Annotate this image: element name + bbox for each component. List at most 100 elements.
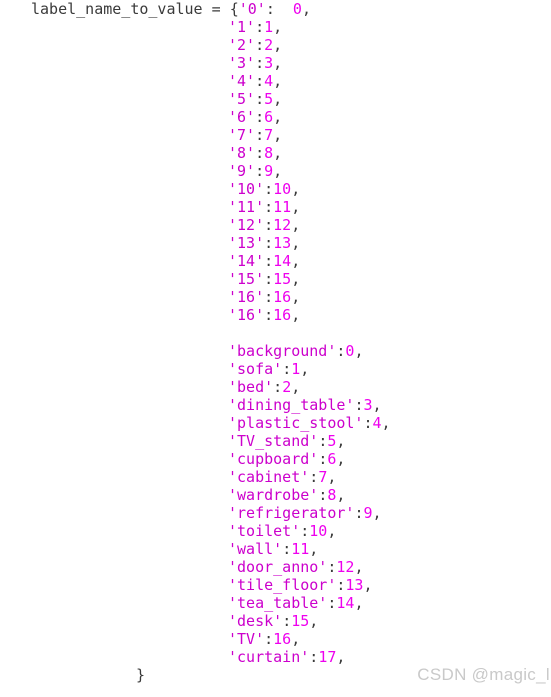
dict-value: 2	[282, 378, 292, 396]
colon-punct: :	[264, 306, 274, 324]
colon-punct: :	[264, 288, 274, 306]
dict-entry-line: 'bed':2,	[0, 378, 551, 396]
dict-entry-line: '10':10,	[0, 180, 551, 198]
comma-punct: ,	[273, 144, 283, 162]
colon-punct: :	[255, 162, 265, 180]
dict-value: 9	[264, 162, 274, 180]
colon-punct: :	[255, 90, 265, 108]
dict-key: 'cabinet'	[228, 468, 310, 486]
dict-key: 'cupboard'	[228, 450, 319, 468]
dict-entry-line: '5':5,	[0, 90, 551, 108]
comma-punct: ,	[300, 360, 310, 378]
dict-key: '14'	[228, 252, 265, 270]
dict-key: '7'	[228, 126, 256, 144]
comma-punct: ,	[291, 378, 301, 396]
colon-punct: :	[255, 54, 265, 72]
dict-value: 16	[273, 630, 292, 648]
dict-entry-line: '15':15,	[0, 270, 551, 288]
dict-value: 17	[318, 648, 337, 666]
dict-key: '16'	[228, 306, 265, 324]
dict-entry-line: 'refrigerator':9,	[0, 504, 551, 522]
dict-entry-line: 'TV':16,	[0, 630, 551, 648]
dict-entry-line: 'curtain':17,	[0, 648, 551, 666]
dict-key: 'tile_floor'	[228, 576, 337, 594]
dict-key: 'wall'	[228, 540, 283, 558]
comma-punct: ,	[372, 504, 382, 522]
colon-punct: :	[309, 468, 319, 486]
dict-key: '6'	[228, 108, 256, 126]
comma-punct: ,	[273, 108, 283, 126]
dict-key: 'toilet'	[228, 522, 301, 540]
dict-value: 16	[273, 306, 292, 324]
colon-punct: :	[264, 252, 274, 270]
colon-punct: :	[282, 360, 292, 378]
dict-value: 4	[372, 414, 382, 432]
comma-punct: ,	[273, 54, 283, 72]
comma-punct: ,	[291, 306, 301, 324]
dict-key: 'bed'	[228, 378, 274, 396]
dict-key: 'wardrobe'	[228, 486, 319, 504]
colon-punct: :	[265, 0, 293, 18]
comma-punct: ,	[273, 72, 283, 90]
dict-entry-line: '2':2,	[0, 36, 551, 54]
comma-punct: ,	[363, 576, 373, 594]
comma-punct: ,	[327, 468, 337, 486]
dict-key: '13'	[228, 234, 265, 252]
dict-key: 'desk'	[228, 612, 283, 630]
colon-punct: :	[264, 180, 274, 198]
dict-entry-line: '7':7,	[0, 126, 551, 144]
dict-key: '2'	[228, 36, 256, 54]
colon-punct: :	[309, 648, 319, 666]
dict-value: 10	[309, 522, 328, 540]
dict-value: 11	[291, 540, 310, 558]
comma-punct: ,	[336, 450, 346, 468]
dict-entry-line: '13':13,	[0, 234, 551, 252]
dict-entry-line: '9':9,	[0, 162, 551, 180]
dict-key: 'TV_stand'	[228, 432, 319, 450]
dict-key: 'background'	[228, 342, 337, 360]
colon-punct: :	[318, 432, 328, 450]
blank-line	[0, 324, 551, 342]
comma-punct: ,	[291, 288, 301, 306]
dict-key: 'curtain'	[228, 648, 310, 666]
comma-punct: ,	[291, 270, 301, 288]
comma-punct: ,	[291, 216, 301, 234]
dict-entry-line: 'cabinet':7,	[0, 468, 551, 486]
colon-punct: :	[264, 270, 274, 288]
dict-entry-line: 'door_anno':12,	[0, 558, 551, 576]
dict-key: '4'	[228, 72, 256, 90]
colon-punct: :	[318, 450, 328, 468]
code-block[interactable]: label_name_to_value = {'0': 0, '1':1, '2':…	[0, 0, 551, 697]
colon-punct: :	[255, 108, 265, 126]
dict-value: 13	[345, 576, 364, 594]
colon-punct: :	[255, 126, 265, 144]
comma-punct: ,	[273, 162, 283, 180]
dict-value: 1	[291, 360, 301, 378]
dict-entry-line: 'cupboard':6,	[0, 450, 551, 468]
dict-value: 5	[264, 90, 274, 108]
dict-key: '16'	[228, 288, 265, 306]
comma-punct: ,	[291, 180, 301, 198]
colon-punct: :	[300, 522, 310, 540]
dict-value: 14	[336, 594, 355, 612]
dict-value: 11	[273, 198, 292, 216]
dict-value: 2	[264, 36, 274, 54]
comma-punct: ,	[336, 486, 346, 504]
dict-key: '8'	[228, 144, 256, 162]
dict-value: 12	[336, 558, 355, 576]
dict-key: 'sofa'	[228, 360, 283, 378]
colon-punct: :	[255, 36, 265, 54]
dict-key: 'tea_table'	[228, 594, 328, 612]
colon-punct: :	[264, 234, 274, 252]
variable-name: label_name_to_value	[31, 0, 203, 18]
dict-value: 3	[363, 396, 373, 414]
dict-entry-line: 'wardrobe':8,	[0, 486, 551, 504]
dict-entry-line: '16':16,	[0, 306, 551, 324]
dict-value: 6	[264, 108, 274, 126]
dict-value: 9	[363, 504, 373, 522]
dict-value: 13	[273, 234, 292, 252]
dict-entry-line: '8':8,	[0, 144, 551, 162]
comma-punct: ,	[309, 540, 319, 558]
comma-punct: ,	[273, 36, 283, 54]
dict-key: '0'	[238, 0, 266, 18]
